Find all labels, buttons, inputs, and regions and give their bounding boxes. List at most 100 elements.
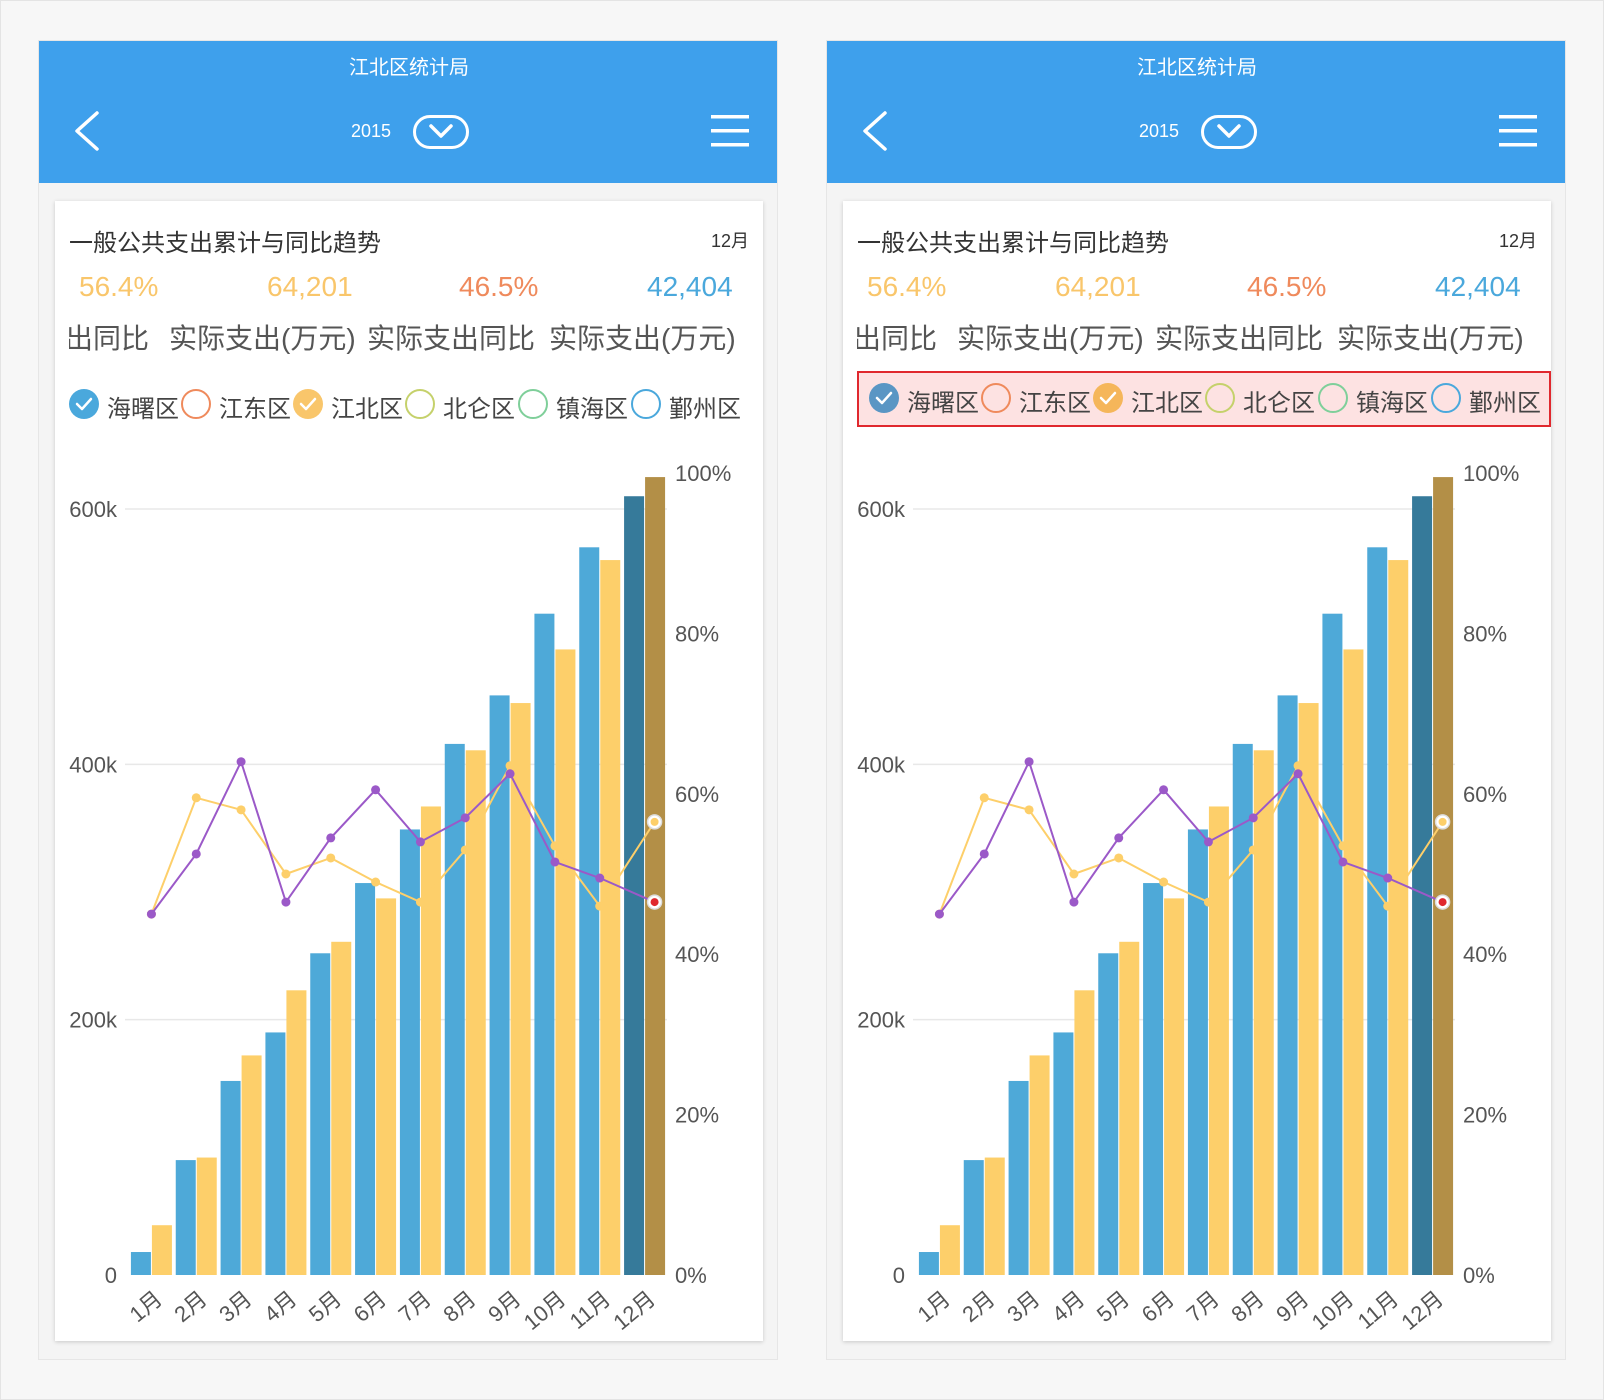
line-point[interactable] (460, 813, 470, 823)
line-point[interactable] (326, 853, 336, 863)
line-point[interactable] (460, 845, 470, 855)
x-tick-label: 2月 (957, 1286, 999, 1327)
bar-series-b[interactable] (1074, 990, 1095, 1275)
line-point[interactable] (550, 841, 560, 851)
line-point[interactable] (1069, 897, 1079, 907)
bar-series-b[interactable] (1029, 1055, 1050, 1275)
line-point[interactable] (1338, 857, 1348, 867)
month-label[interactable]: 12月 (711, 227, 749, 253)
line-point[interactable] (505, 769, 515, 779)
line-point[interactable] (326, 833, 336, 843)
phone-screen-right: 江北区统计局 2015 一般公共支出累计与同比趋势 12月 56.4% 64,2… (826, 40, 1566, 1360)
line-point[interactable] (236, 757, 246, 767)
line-point[interactable] (1114, 853, 1124, 863)
line-point[interactable] (1024, 757, 1034, 767)
line-point[interactable] (1114, 833, 1124, 843)
bar-series-b[interactable] (939, 1225, 960, 1275)
line-point[interactable] (236, 805, 246, 815)
line-point[interactable] (505, 761, 515, 771)
bar-series-a[interactable] (1277, 695, 1298, 1275)
bar-series-a[interactable] (1098, 953, 1119, 1275)
bar-series-a[interactable] (1412, 496, 1433, 1275)
bar-series-b[interactable] (286, 990, 307, 1275)
bar-series-b[interactable] (241, 1055, 262, 1275)
line-point[interactable] (146, 909, 156, 919)
bar-series-a[interactable] (310, 953, 331, 1275)
line-point[interactable] (550, 857, 560, 867)
kpi-label: 实际支出(万元) (1337, 323, 1524, 354)
hamburger-menu-icon[interactable] (711, 113, 749, 149)
bar-series-b[interactable] (1433, 477, 1454, 1275)
bar-series-b[interactable] (645, 477, 666, 1275)
line-point[interactable] (371, 877, 381, 887)
bar-series-b[interactable] (196, 1157, 217, 1275)
bar-series-a[interactable] (918, 1252, 939, 1275)
year-dropdown-button[interactable] (413, 115, 469, 149)
bar-series-a[interactable] (399, 829, 420, 1275)
line-point[interactable] (415, 897, 425, 907)
bar-series-a[interactable] (1187, 829, 1208, 1275)
bar-series-a[interactable] (963, 1160, 984, 1275)
line-point[interactable] (1203, 897, 1213, 907)
bar-series-b[interactable] (420, 806, 441, 1275)
line-point[interactable] (595, 873, 605, 883)
line-point[interactable] (191, 793, 201, 803)
bar-series-a[interactable] (1053, 1032, 1074, 1275)
bar-series-a[interactable] (489, 695, 510, 1275)
line-point[interactable] (1293, 769, 1303, 779)
line-point[interactable] (1159, 785, 1169, 795)
year-label: 2015 (351, 121, 392, 141)
line-point[interactable] (1383, 873, 1393, 883)
line-point[interactable] (1069, 869, 1079, 879)
bar-series-a[interactable] (355, 883, 376, 1275)
line-point[interactable] (595, 901, 605, 911)
line-point[interactable] (371, 785, 381, 795)
line-point[interactable] (1024, 805, 1034, 815)
line-point[interactable] (1338, 841, 1348, 851)
bar-series-b[interactable] (1298, 703, 1319, 1275)
bar-series-b[interactable] (1388, 560, 1409, 1275)
line-point[interactable] (979, 793, 989, 803)
line-point[interactable] (281, 897, 291, 907)
bar-series-a[interactable] (1367, 547, 1388, 1275)
hamburger-menu-icon[interactable] (1499, 113, 1537, 149)
line-point[interactable] (415, 837, 425, 847)
line-point[interactable] (934, 909, 944, 919)
line-point[interactable] (1159, 877, 1169, 887)
bar-series-a[interactable] (265, 1032, 286, 1275)
bar-series-a[interactable] (624, 496, 645, 1275)
bar-series-b[interactable] (1119, 941, 1140, 1275)
bar-series-a[interactable] (1143, 883, 1164, 1275)
line-point[interactable] (1248, 845, 1258, 855)
line-point[interactable] (1383, 901, 1393, 911)
line-point[interactable] (191, 849, 201, 859)
bar-series-a[interactable] (220, 1080, 241, 1275)
bar-series-b[interactable] (151, 1225, 172, 1275)
bar-series-a[interactable] (175, 1160, 196, 1275)
line-point[interactable] (1293, 761, 1303, 771)
bar-series-b[interactable] (555, 649, 576, 1275)
month-label[interactable]: 12月 (1499, 227, 1537, 253)
bar-series-b[interactable] (600, 560, 621, 1275)
bar-series-a[interactable] (1322, 613, 1343, 1275)
empty-circle-icon (405, 389, 435, 419)
bar-series-b[interactable] (1343, 649, 1364, 1275)
bar-series-b[interactable] (331, 941, 352, 1275)
back-arrow-icon[interactable] (69, 109, 109, 153)
line-point[interactable] (979, 849, 989, 859)
line-point[interactable] (281, 869, 291, 879)
bar-series-b[interactable] (510, 703, 531, 1275)
year-dropdown-button[interactable] (1201, 115, 1257, 149)
bar-series-a[interactable] (534, 613, 555, 1275)
bar-series-a[interactable] (130, 1252, 151, 1275)
bar-series-b[interactable] (1164, 898, 1185, 1275)
bar-series-b[interactable] (984, 1157, 1005, 1275)
bar-series-b[interactable] (376, 898, 397, 1275)
bar-series-a[interactable] (579, 547, 600, 1275)
bar-series-b[interactable] (1208, 806, 1229, 1275)
line-point[interactable] (1203, 837, 1213, 847)
back-arrow-icon[interactable] (857, 109, 897, 153)
x-tick-label: 7月 (394, 1286, 436, 1327)
line-point[interactable] (1248, 813, 1258, 823)
bar-series-a[interactable] (1008, 1080, 1029, 1275)
